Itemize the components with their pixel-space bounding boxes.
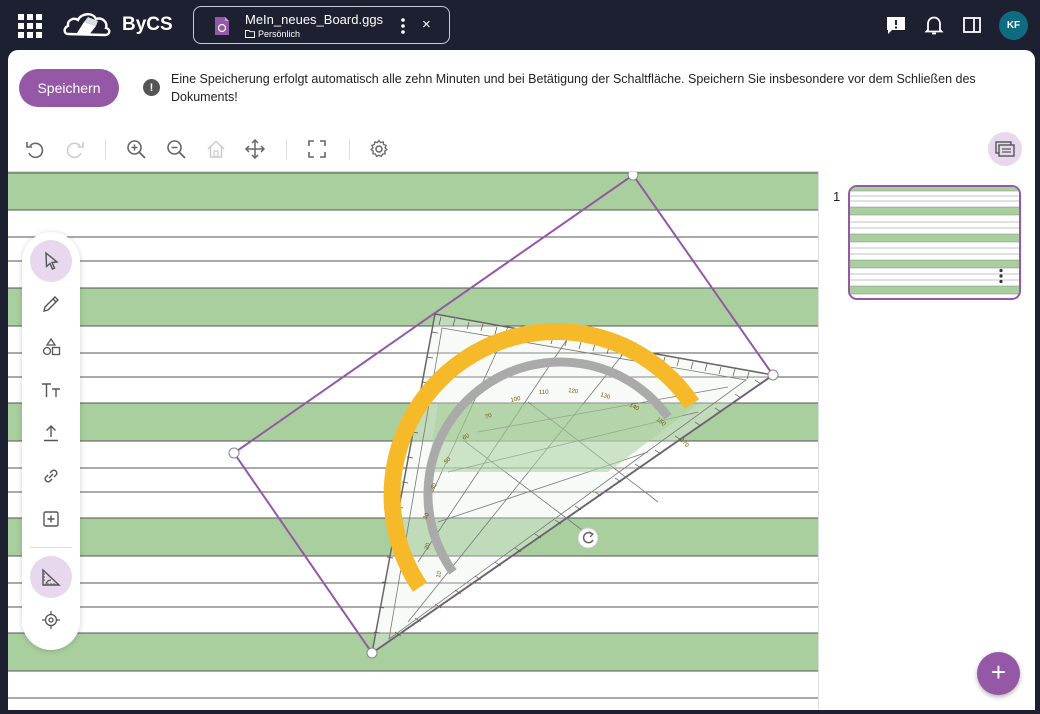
- palette-divider: [30, 547, 72, 548]
- resize-handle[interactable]: [366, 647, 378, 659]
- page-more-icon[interactable]: [999, 268, 1003, 284]
- brand-name: ByCS: [122, 14, 173, 35]
- file-name: MeIn_neues_Board.ggs: [245, 12, 384, 27]
- notifications-bell-icon[interactable]: [923, 14, 945, 36]
- pages-panel-button[interactable]: [988, 132, 1022, 166]
- rotate-handle[interactable]: [577, 527, 599, 549]
- resize-handle[interactable]: [767, 369, 779, 381]
- add-box-icon: [43, 511, 59, 527]
- file-tab[interactable]: MeIn_neues_Board.ggs Persönlich ×: [193, 6, 450, 44]
- toolbar-divider: [105, 139, 106, 159]
- info-icon: !: [143, 79, 160, 96]
- page-thumbnail[interactable]: [848, 185, 1021, 300]
- pencil-icon: [43, 296, 59, 312]
- insert-tool[interactable]: [30, 498, 72, 540]
- feedback-icon[interactable]: [885, 14, 907, 36]
- pages-panel-icon: [995, 141, 1015, 157]
- file-location: Persönlich: [245, 29, 300, 39]
- pages-panel-divider: [818, 171, 819, 710]
- geogebra-file-icon: [215, 17, 229, 35]
- fullscreen-icon[interactable]: [306, 138, 328, 160]
- zoom-in-icon[interactable]: [125, 138, 147, 160]
- page-thumbnail-preview: [850, 187, 1019, 295]
- board-canvas[interactable]: 10 20 30 40 50 60 70 100 110 120 130 140…: [8, 171, 818, 710]
- text-tool[interactable]: [30, 369, 72, 411]
- resize-handle[interactable]: [228, 447, 240, 459]
- zoom-out-icon[interactable]: [165, 138, 187, 160]
- add-page-button[interactable]: +: [977, 652, 1020, 695]
- toolbar-divider: [286, 139, 287, 159]
- file-location-label: Persönlich: [258, 29, 301, 39]
- set-square[interactable]: 10 20 30 40 50 60 70 100 110 120 130 140…: [8, 172, 818, 710]
- user-avatar[interactable]: KF: [999, 11, 1028, 40]
- svg-text:170: 170: [678, 437, 689, 449]
- laser-pointer-tool[interactable]: [30, 599, 72, 641]
- target-icon: [42, 611, 60, 629]
- top-bar: ByCS MeIn_neues_Board.ggs Persönlich × K…: [0, 0, 1040, 50]
- autosave-notice: Eine Speicherung erfolgt automatisch all…: [171, 72, 976, 104]
- upload-icon: [44, 425, 58, 442]
- link-tool[interactable]: [30, 455, 72, 497]
- pen-tool[interactable]: [30, 283, 72, 325]
- settings-icon[interactable]: [368, 138, 390, 160]
- toolbar-divider: [349, 139, 350, 159]
- tool-palette: [22, 232, 80, 650]
- undo-icon[interactable]: [24, 138, 46, 160]
- select-tool[interactable]: [30, 240, 72, 282]
- geodreieck-tool[interactable]: [30, 556, 72, 598]
- shapes-tool[interactable]: [30, 326, 72, 368]
- resize-handle[interactable]: [627, 172, 639, 181]
- redo-icon[interactable]: [64, 138, 86, 160]
- close-tab-button[interactable]: ×: [422, 16, 431, 34]
- more-vertical-icon[interactable]: [400, 16, 406, 36]
- upload-tool[interactable]: [30, 412, 72, 454]
- svg-text:110: 110: [539, 390, 549, 396]
- link-icon: [44, 469, 58, 483]
- set-square-icon: [42, 568, 61, 586]
- text-icon: [42, 383, 60, 397]
- pan-icon[interactable]: [244, 138, 266, 160]
- save-button[interactable]: Speichern: [19, 69, 119, 107]
- apps-grid-icon[interactable]: [18, 14, 42, 38]
- home-view-icon[interactable]: [205, 138, 227, 160]
- shapes-icon: [42, 337, 61, 356]
- side-panel-icon[interactable]: [961, 14, 983, 36]
- page-number: 1: [833, 189, 841, 204]
- main-panel: Speichern ! Eine Speicherung erfolgt aut…: [8, 50, 1035, 710]
- cursor-icon: [45, 251, 59, 270]
- folder-icon: [245, 30, 255, 38]
